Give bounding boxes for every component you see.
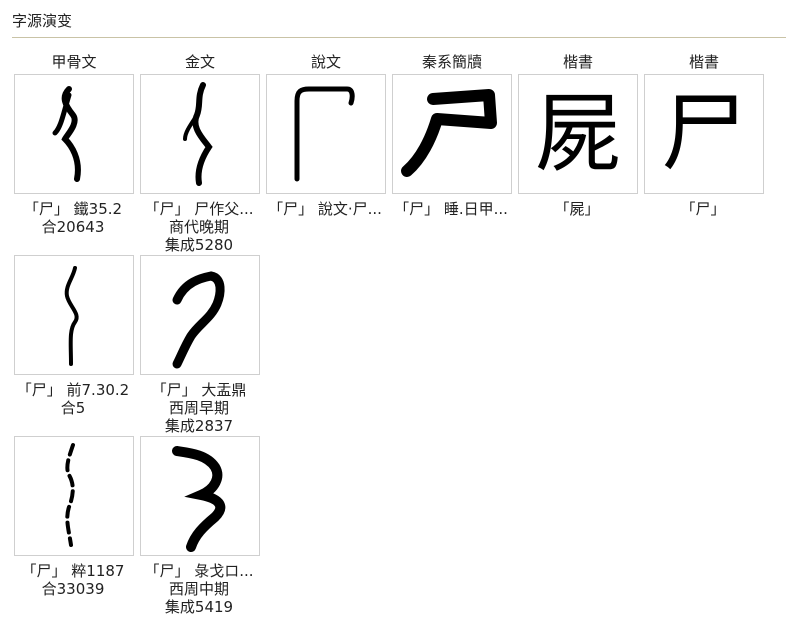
glyph-card-bronze-2[interactable] xyxy=(140,255,260,375)
column-header-kaishu-2: 楷書 xyxy=(688,53,719,71)
glyph-card-oracle-1[interactable] xyxy=(14,74,134,194)
glyph-card-shuowen[interactable] xyxy=(266,74,386,194)
column-header-shuowen: 說文 xyxy=(310,53,341,71)
column-header-bronze: 金文 xyxy=(184,53,215,71)
oracle-bone-glyph-image xyxy=(65,443,75,547)
glyph-caption: 「尸」 睡.日甲... xyxy=(394,200,508,218)
glyph-caption: 「尸」 大盂鼎 西周早期 集成2837 xyxy=(151,381,247,435)
page-title: 字源演变 xyxy=(12,12,73,30)
glyph-card-oracle-2[interactable] xyxy=(14,255,134,375)
column-header-kaishu-1: 楷書 xyxy=(562,53,593,71)
kaishu-glyph-character: 屍 xyxy=(535,84,621,184)
bronze-glyph-image xyxy=(172,446,226,552)
glyph-caption: 「尸」 鐵35.2 合20643 xyxy=(23,200,123,236)
glyph-caption: 「尸」 尸作父... 商代晚期 集成5280 xyxy=(144,200,254,254)
bronze-glyph-image xyxy=(183,82,213,186)
glyph-caption: 「尸」 前7.30.2 合5 xyxy=(16,381,130,417)
glyph-caption: 「屍」 xyxy=(554,200,600,218)
oracle-bone-glyph-image xyxy=(52,86,81,182)
glyph-card-qin-slip[interactable] xyxy=(392,74,512,194)
shuowen-seal-glyph-image xyxy=(294,86,355,182)
bronze-glyph-image xyxy=(172,271,225,369)
glyph-caption: 「尸」 粹1187 合33039 xyxy=(21,562,125,598)
column-header-oracle: 甲骨文 xyxy=(51,53,97,71)
glyph-card-oracle-3[interactable] xyxy=(14,436,134,556)
qin-slip-glyph-image xyxy=(401,89,497,177)
oracle-bone-glyph-image xyxy=(64,266,79,366)
title-divider xyxy=(12,37,786,38)
glyph-card-bronze-1[interactable] xyxy=(140,74,260,194)
glyph-card-bronze-3[interactable] xyxy=(140,436,260,556)
column-header-qin-slips: 秦系簡牘 xyxy=(421,53,482,71)
glyph-card-kaishu-2[interactable]: 尸 xyxy=(644,74,764,194)
glyph-caption: 「尸」 彔戈ロ... 西周中期 集成5419 xyxy=(144,562,254,616)
glyph-card-kaishu-1[interactable]: 屍 xyxy=(518,74,638,194)
glyph-caption: 「尸」 說文‧尸... xyxy=(268,200,382,218)
glyph-caption: 「尸」 xyxy=(680,200,726,218)
kaishu-glyph-character: 尸 xyxy=(661,84,747,184)
